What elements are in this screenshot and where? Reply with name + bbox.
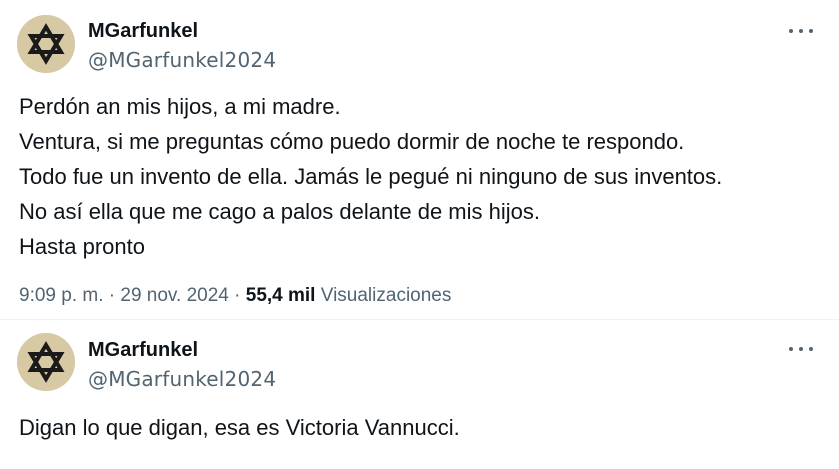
- tweet-text-line: Todo fue un invento de ella. Jamás le pe…: [19, 164, 723, 189]
- tweet-text-line: Digan lo que digan, esa es Victoria Vann…: [19, 415, 460, 440]
- meta-separator: ·: [108, 285, 116, 306]
- tweet-time[interactable]: 9:09 p. m.: [19, 285, 104, 306]
- star-of-david-icon: [17, 333, 75, 391]
- more-horizontal-icon[interactable]: [789, 26, 813, 36]
- tweet-1[interactable]: MGarfunkel @MGarfunkel2024 Perdón an mis…: [0, 0, 839, 319]
- views-label[interactable]: Visualizaciones: [321, 285, 452, 306]
- tweet-text-line: Ventura, si me preguntas cómo puedo dorm…: [19, 129, 685, 154]
- avatar[interactable]: [17, 333, 75, 391]
- meta-separator: ·: [234, 285, 241, 306]
- author-handle[interactable]: @MGarfunkel2024: [88, 48, 276, 72]
- avatar[interactable]: [17, 15, 75, 73]
- tweet-text-line: Perdón an mis hijos, a mi madre.: [19, 94, 341, 119]
- views-count[interactable]: 55,4 mil: [246, 285, 316, 306]
- tweet-text: Perdón an mis hijos, a mi madre. Ventura…: [19, 89, 722, 264]
- author-name[interactable]: MGarfunkel: [88, 20, 198, 43]
- author-handle[interactable]: @MGarfunkel2024: [88, 367, 276, 391]
- tweet-text: Digan lo que digan, esa es Victoria Vann…: [19, 410, 460, 445]
- tweet-2[interactable]: MGarfunkel @MGarfunkel2024 Digan lo que …: [0, 320, 839, 469]
- tweet-meta: 9:09 p. m. · 29 nov. 2024 · 55,4 mil Vis…: [19, 285, 451, 307]
- more-horizontal-icon[interactable]: [789, 344, 813, 354]
- author-name[interactable]: MGarfunkel: [88, 339, 198, 362]
- tweet-date[interactable]: 29 nov. 2024: [120, 285, 228, 306]
- tweet-text-line: Hasta pronto: [19, 234, 145, 259]
- tweet-text-line: No así ella que me cago a palos delante …: [19, 199, 540, 224]
- star-of-david-icon: [17, 15, 75, 73]
